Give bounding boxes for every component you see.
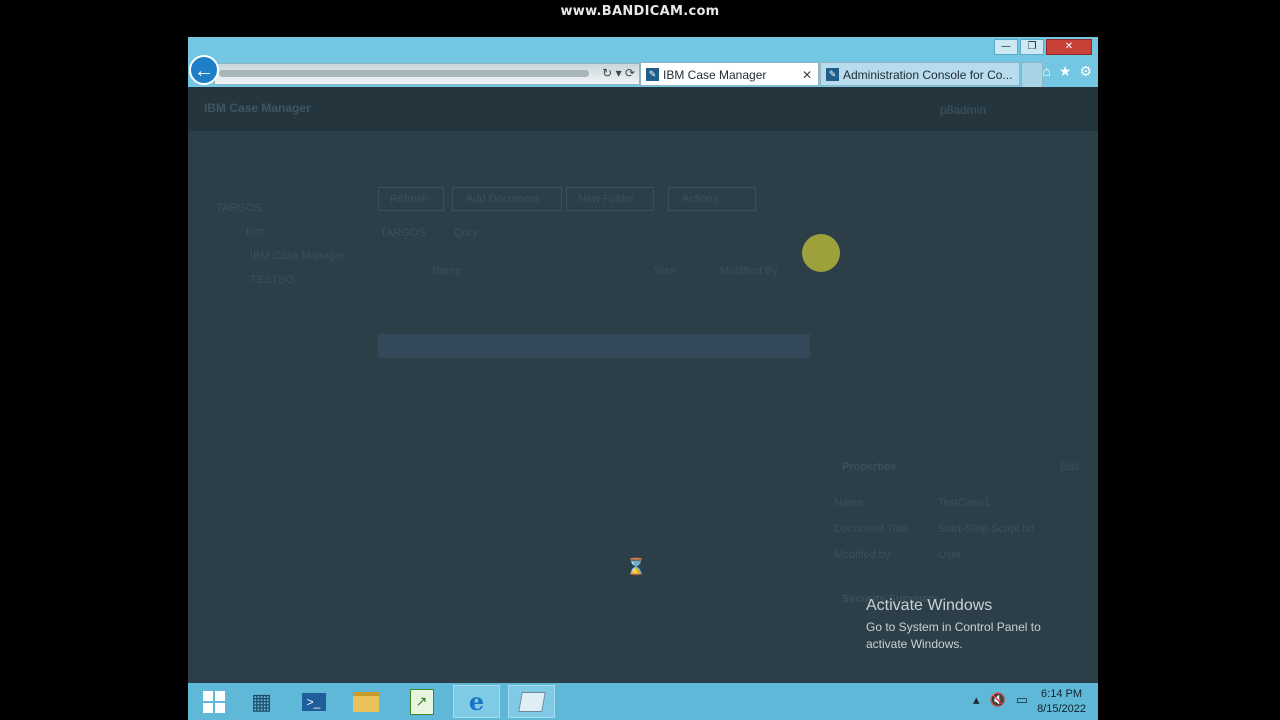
remote-desktop-screen: — ❐ ✕ ↻ ▾ ⟳ ← ✎ IBM Case Manager ✕ ✎ Adm… xyxy=(188,37,1098,720)
activate-windows-watermark: Activate Windows Go to System in Control… xyxy=(866,597,1066,653)
property-value: User xyxy=(938,549,962,561)
server-manager-button[interactable]: ▦ xyxy=(238,685,285,718)
tree-item: IBM Case Manager xyxy=(250,250,345,262)
tab-administration-console[interactable]: ✎ Administration Console for Co... xyxy=(820,62,1020,86)
internet-explorer-icon: e xyxy=(468,687,485,716)
app-header: IBM Case Manager p8admin xyxy=(188,87,1098,131)
windows-logo-icon xyxy=(202,690,225,713)
blurred-url xyxy=(219,70,589,77)
powershell-icon: >_ xyxy=(301,692,326,711)
system-tray: ▴ 🔇 ▭ xyxy=(973,692,1028,708)
busy-cursor-icon: ⌛ xyxy=(626,559,646,576)
page-favicon-icon: ✎ xyxy=(826,68,839,81)
tab-title: IBM Case Manager xyxy=(663,68,767,82)
column-header-size: Size xyxy=(654,265,676,277)
user-name: p8admin xyxy=(939,103,986,117)
loading-icon: ↻ xyxy=(602,66,613,80)
page-content-dimmed: IBM Case Manager p8admin TARGOS Icm IBM … xyxy=(188,87,1098,683)
home-icon[interactable]: ⌂ xyxy=(1042,63,1050,80)
network-icon[interactable]: ▭ xyxy=(1016,692,1028,708)
file-explorer-button[interactable] xyxy=(342,685,389,718)
add-document-label: Add Document xyxy=(466,193,539,205)
tab-close-icon[interactable]: ✕ xyxy=(802,63,812,85)
powershell-button[interactable]: >_ xyxy=(290,685,337,718)
windows-taskbar: ▦ >_ ↗ e ▴ 🔇 ▭ 6:14 PM 8/15/2022 xyxy=(188,683,1098,720)
refresh-button-label: Refresh xyxy=(390,193,429,205)
internet-explorer-button[interactable]: e xyxy=(453,685,500,718)
restore-icon[interactable]: ❐ xyxy=(1020,39,1044,55)
bandicam-watermark: www.BANDICAM.com xyxy=(560,4,720,19)
tab-ibm-case-manager[interactable]: ✎ IBM Case Manager ✕ xyxy=(640,62,819,86)
click-highlight-indicator xyxy=(802,234,840,272)
settings-icon[interactable]: ⚙ xyxy=(1079,63,1092,80)
activate-windows-title: Activate Windows xyxy=(866,597,993,614)
property-label: Name xyxy=(834,497,864,509)
task-manager-button[interactable]: ↗ xyxy=(398,685,445,718)
clock-date: 8/15/2022 xyxy=(1037,703,1086,715)
tree-item: TARGOS xyxy=(216,202,262,214)
show-hidden-icons-icon[interactable]: ▴ xyxy=(973,692,980,708)
window-controls: — ❐ ✕ xyxy=(994,39,1092,55)
minimize-icon[interactable]: — xyxy=(994,39,1018,55)
actions-label: Actions xyxy=(682,193,719,205)
property-label: Modified by xyxy=(834,549,891,561)
selected-table-row xyxy=(378,334,810,358)
favorites-icon[interactable]: ★ xyxy=(1059,63,1072,80)
tree-item: Icm xyxy=(246,226,264,238)
clock-time: 6:14 PM xyxy=(1041,688,1083,700)
breadcrumb: TARGOS xyxy=(380,227,426,239)
remote-app-button[interactable] xyxy=(508,685,555,718)
property-value: TestCase1 xyxy=(938,497,990,509)
address-bar-icons: ↻ ▾ ⟳ xyxy=(602,66,635,80)
breadcrumb-item: Qury xyxy=(454,227,478,239)
address-bar[interactable]: ↻ ▾ ⟳ xyxy=(214,63,640,85)
page-favicon-icon: ✎ xyxy=(646,68,659,81)
start-button[interactable] xyxy=(190,685,237,718)
window-icon xyxy=(517,691,546,712)
property-label: Document Title xyxy=(834,523,908,535)
back-icon[interactable]: ← xyxy=(189,55,219,85)
property-value: Start-Stop-Script.txt xyxy=(938,523,1034,535)
system-clock[interactable]: 6:14 PM 8/15/2022 xyxy=(1037,687,1086,717)
browser-toolbar-icons: ⌂ ★ ⚙ xyxy=(1042,63,1092,80)
chart-icon: ↗ xyxy=(409,688,434,715)
refresh-icon[interactable]: ⟳ xyxy=(625,66,635,80)
tree-item: TESTSO xyxy=(250,274,295,286)
browser-frame: — ❐ ✕ ↻ ▾ ⟳ ← ✎ IBM Case Manager ✕ ✎ Adm… xyxy=(188,37,1098,88)
volume-muted-icon[interactable]: 🔇 xyxy=(990,692,1006,708)
folder-icon xyxy=(352,691,379,712)
app-title: IBM Case Manager xyxy=(204,101,311,115)
server-manager-icon: ▦ xyxy=(251,688,272,714)
new-tab-button[interactable] xyxy=(1021,62,1043,88)
activate-windows-message: Go to System in Control Panel to activat… xyxy=(866,620,1041,651)
new-folder-label: New Folder xyxy=(578,193,635,205)
dropdown-icon[interactable]: ▾ xyxy=(616,66,622,80)
column-header-modified: Modified By xyxy=(720,265,778,277)
tab-title: Administration Console for Co... xyxy=(843,68,1013,82)
properties-title: Properties xyxy=(842,461,897,473)
close-icon[interactable]: ✕ xyxy=(1046,39,1092,55)
column-header-name: Name xyxy=(432,265,462,277)
properties-edit-link: Edit xyxy=(1060,461,1079,473)
